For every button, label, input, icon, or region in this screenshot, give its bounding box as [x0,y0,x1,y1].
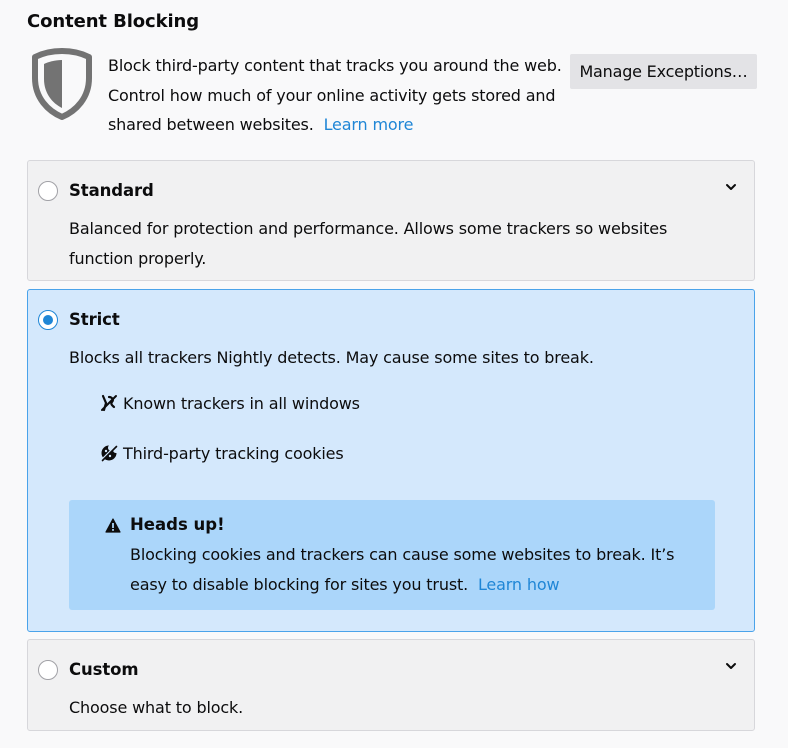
cookie-icon [101,445,118,462]
warning-line-2: easy to disable blocking for sites you t… [130,575,469,594]
option-strict-title: Strict [69,310,120,329]
radio-strict[interactable] [38,310,58,330]
intro-line-3: shared between websites. [108,115,314,134]
warning-text: Blocking cookies and trackers can cause … [130,540,700,600]
option-strict-description: Blocks all trackers Nightly detects. May… [69,348,594,367]
option-custom[interactable]: Custom Choose what to block. [27,639,755,731]
tracker-icon [101,394,117,412]
intro-text: Block third-party content that tracks yo… [108,51,562,140]
option-custom-title: Custom [69,660,139,679]
warning-line-1: Blocking cookies and trackers can cause … [130,545,675,564]
feature-label: Known trackers in all windows [123,394,360,413]
warning-icon [105,518,121,533]
intro-line-1: Block third-party content that tracks yo… [108,56,562,75]
section-title: Content Blocking [27,11,200,32]
intro-line-2: Control how much of your online activity… [108,85,556,105]
option-custom-description: Choose what to block. [69,698,244,717]
shield-icon [32,48,92,120]
option-strict[interactable]: Strict Blocks all trackers Nightly detec… [27,289,755,632]
warning-title: Heads up! [130,515,225,534]
feature-item: Third-party tracking cookies [100,444,344,463]
learn-more-link[interactable]: Learn more [324,115,414,134]
radio-standard[interactable] [38,181,58,201]
feature-label: Third-party tracking cookies [123,444,344,463]
option-standard-title: Standard [69,181,154,200]
manage-exceptions-button[interactable]: Manage Exceptions… [570,54,757,89]
option-standard-description: Balanced for protection and performance.… [69,219,668,268]
learn-how-link[interactable]: Learn how [478,575,560,594]
content-blocking-panel: Content Blocking Block third-party conte… [0,0,788,748]
chevron-down-icon[interactable] [725,181,737,193]
chevron-down-icon[interactable] [725,660,737,672]
option-standard[interactable]: Standard Balanced for protection and per… [27,160,755,281]
feature-item: Known trackers in all windows [100,394,360,413]
radio-custom[interactable] [38,660,58,680]
warning-box: Heads up! Blocking cookies and trackers … [69,500,715,610]
